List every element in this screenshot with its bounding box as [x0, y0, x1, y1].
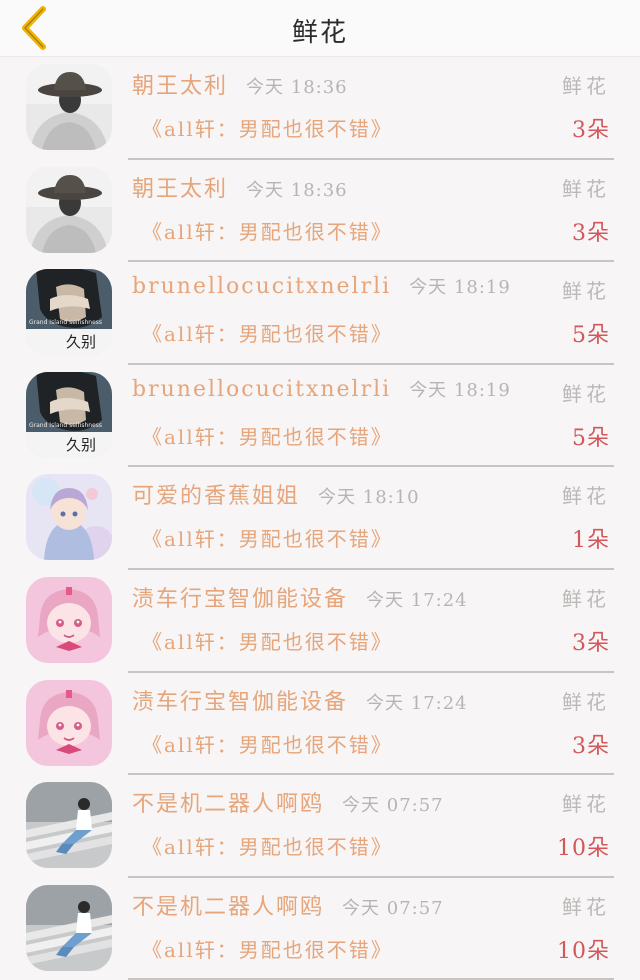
sender-name-text: 渍车行宝智伽能设备	[132, 586, 349, 612]
avatar-caption-text: 久别	[66, 333, 96, 351]
gift-type-label: 鲜花	[562, 484, 610, 509]
avatar[interactable]	[26, 474, 112, 561]
gift-type-label: 鲜花	[562, 689, 610, 714]
timestamp: 今天 07:57	[342, 795, 444, 817]
avatar-image	[26, 679, 112, 766]
gift-count: 3朵	[572, 118, 610, 143]
timestamp: 今天 18:19	[409, 379, 511, 401]
gift-count: 1朵	[572, 528, 610, 554]
avatar-image	[26, 884, 112, 971]
list-item[interactable]: 朝王太利 今天 18:36 鲜花 《all轩：男配也很不错》 3朵	[0, 160, 640, 263]
list-item[interactable]: Grand Island selfishness 久别 brunellocucit…	[0, 365, 640, 468]
gift-type-label: 鲜花	[562, 894, 610, 919]
list-item[interactable]: 渍车行宝智伽能设备 今天 17:24 鲜花 《all轩：男配也很不错》 3朵	[0, 570, 640, 673]
gift-count: 3朵	[572, 220, 610, 246]
book-title[interactable]: 《all轩：男配也很不错》	[142, 216, 393, 245]
avatar[interactable]: Grand Island selfishness 久别	[26, 269, 112, 356]
avatar[interactable]	[26, 884, 112, 971]
book-title[interactable]: 《all轩：男配也很不错》	[142, 729, 393, 758]
gift-type-label: 鲜花	[562, 176, 610, 201]
list-item[interactable]: 可爱的香蕉姐姐 今天 18:10 鲜花 《all轩：男配也很不错》 1朵	[0, 467, 640, 570]
sender-name[interactable]: 不是机二器人啊鸥 今天 07:57	[132, 889, 444, 921]
list-item[interactable]: 不是机二器人啊鸥 今天 07:57 鲜花 《all轩：男配也很不错》 10朵	[0, 878, 640, 980]
avatar-image: Grand Island selfishness 久别	[26, 371, 112, 458]
timestamp: 今天 18:19	[409, 277, 511, 299]
sender-name-text: brunellocucitxnelrli	[132, 376, 392, 402]
book-title[interactable]: 《all轩：男配也很不错》	[142, 318, 393, 347]
sender-name-text: 不是机二器人啊鸥	[132, 792, 325, 818]
avatar-caption-text: 久别	[66, 436, 96, 454]
sender-name[interactable]: 不是机二器人啊鸥 今天 07:57	[132, 786, 444, 818]
gift-count: 10朵	[557, 938, 610, 964]
timestamp: 今天 07:57	[342, 897, 444, 919]
sender-name[interactable]: 渍车行宝智伽能设备 今天 17:24	[132, 581, 468, 613]
sender-name[interactable]: brunellocucitxnelrli 今天 18:19	[132, 273, 511, 299]
sender-name-text: 朝王太利	[132, 176, 229, 202]
list-item[interactable]: 渍车行宝智伽能设备 今天 17:24 鲜花 《all轩：男配也很不错》 3朵	[0, 673, 640, 776]
gift-count: 3朵	[572, 733, 610, 759]
gift-type-label: 鲜花	[562, 279, 610, 304]
avatar-small-text: Grand Island selfishness	[29, 319, 102, 326]
avatar-image	[26, 64, 112, 150]
list-item[interactable]: Grand Island selfishness 久别 brunellocucit…	[0, 262, 640, 365]
avatar[interactable]	[26, 576, 112, 663]
sender-name[interactable]: 朝王太利 今天 18:36	[132, 171, 348, 203]
avatar[interactable]	[26, 679, 112, 766]
gift-type-label: 鲜花	[562, 586, 610, 611]
gift-count: 10朵	[557, 836, 610, 862]
avatar-image: Grand Island selfishness 久别	[26, 269, 112, 356]
flower-gift-list: 朝王太利 今天 18:36 鲜花 《all轩：男配也很不错》 3朵 朝王太利 今天 …	[0, 57, 640, 980]
sender-name-text: 渍车行宝智伽能设备	[132, 689, 349, 715]
book-title[interactable]: 《all轩：男配也很不错》	[142, 523, 393, 552]
timestamp: 今天 18:10	[318, 487, 420, 509]
sender-name[interactable]: 可爱的香蕉姐姐 今天 18:10	[132, 478, 420, 510]
book-title[interactable]: 《all轩：男配也很不错》	[142, 626, 393, 655]
book-title[interactable]: 《all轩：男配也很不错》	[142, 831, 393, 860]
gift-type-label: 鲜花	[562, 792, 610, 817]
avatar-image	[26, 576, 112, 663]
gift-count: 5朵	[572, 425, 610, 451]
avatar[interactable]: Grand Island selfishness 久别	[26, 371, 112, 458]
avatar-image	[26, 474, 112, 561]
book-title[interactable]: 《all轩：男配也很不错》	[142, 934, 393, 963]
sender-name-text: brunellocucitxnelrli	[132, 274, 392, 300]
gift-count: 5朵	[572, 323, 610, 349]
book-title[interactable]: 《all轩：男配也很不错》	[142, 421, 393, 450]
timestamp: 今天 17:24	[366, 589, 468, 611]
avatar[interactable]	[26, 782, 112, 869]
sender-name[interactable]: brunellocucitxnelrli 今天 18:19	[132, 376, 511, 402]
list-item[interactable]: 朝王太利 今天 18:36 鲜花 《all轩：男配也很不错》 3朵	[0, 57, 640, 160]
avatar[interactable]	[26, 64, 112, 150]
avatar-image	[26, 782, 112, 869]
timestamp: 今天 17:24	[366, 692, 468, 714]
sender-name[interactable]: 朝王太利 今天 18:36	[132, 68, 348, 100]
sender-name-text: 不是机二器人啊鸥	[132, 894, 325, 920]
nav-bar: 鲜花	[0, 0, 640, 57]
gift-type-label: 鲜花	[562, 381, 610, 406]
timestamp: 今天 18:36	[246, 77, 348, 98]
avatar-image	[26, 166, 112, 253]
book-title[interactable]: 《all轩：男配也很不错》	[142, 113, 393, 142]
sender-name[interactable]: 渍车行宝智伽能设备 今天 17:24	[132, 684, 468, 716]
sender-name-text: 可爱的香蕉姐姐	[132, 484, 301, 510]
list-item[interactable]: 不是机二器人啊鸥 今天 07:57 鲜花 《all轩：男配也很不错》 10朵	[0, 775, 640, 878]
gift-type-label: 鲜花	[562, 74, 610, 98]
timestamp: 今天 18:36	[246, 179, 348, 201]
sender-name-text: 朝王太利	[132, 74, 229, 99]
avatar[interactable]	[26, 166, 112, 253]
gift-count: 3朵	[572, 630, 610, 656]
avatar-small-text: Grand Island selfishness	[29, 422, 102, 429]
